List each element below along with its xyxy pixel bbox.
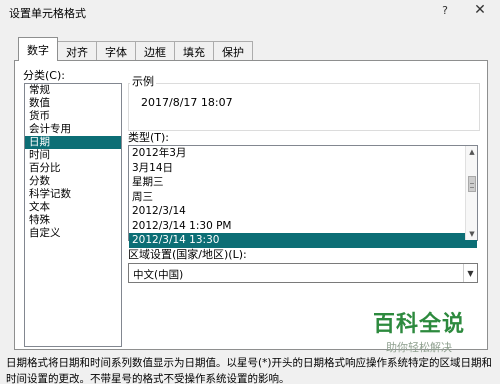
type-list-scrollbar[interactable]: ▲ ▼ bbox=[465, 146, 477, 240]
type-item[interactable]: 2012/3/14 bbox=[129, 204, 477, 219]
category-item[interactable]: 科学记数 bbox=[25, 188, 121, 201]
watermark-sub: 助你轻松解决 bbox=[386, 341, 452, 354]
category-item[interactable]: 会计专用 bbox=[25, 123, 121, 136]
category-item[interactable]: 百分比 bbox=[25, 162, 121, 175]
chevron-down-icon[interactable]: ▼ bbox=[463, 264, 477, 282]
region-label: 区域设置(国家/地区)(L): bbox=[128, 248, 247, 261]
title-bar: 设置单元格格式 ? ✕ bbox=[0, 0, 500, 26]
window-title: 设置单元格格式 bbox=[9, 7, 86, 20]
type-item[interactable]: 2012/3/14 1:30 PM bbox=[129, 219, 477, 234]
watermark-logo: 百科全说 助你轻松解决 bbox=[354, 306, 484, 355]
format-description: 日期格式将日期和时间系列数值显示为日期值。以星号(*)开头的日期格式响应操作系统… bbox=[6, 357, 492, 384]
region-select[interactable]: 中文(中国) ▼ bbox=[128, 263, 478, 283]
region-value: 中文(中国) bbox=[133, 269, 184, 281]
category-item[interactable]: 自定义 bbox=[25, 227, 121, 240]
scroll-up-icon[interactable]: ▲ bbox=[466, 146, 478, 158]
category-item[interactable]: 数值 bbox=[25, 97, 121, 110]
tab-number[interactable]: 数字 bbox=[18, 37, 58, 61]
sample-group: 2017/8/17 18:07 bbox=[128, 83, 480, 131]
tab-alignment[interactable]: 对齐 bbox=[57, 41, 97, 61]
type-item[interactable]: 2012年3月 bbox=[129, 146, 477, 161]
type-item[interactable]: 星期三 bbox=[129, 175, 477, 190]
type-item[interactable]: 周三 bbox=[129, 190, 477, 205]
tab-fill[interactable]: 填充 bbox=[174, 41, 214, 61]
type-label: 类型(T): bbox=[128, 131, 170, 144]
help-button[interactable]: ? bbox=[430, 0, 460, 20]
tab-protection[interactable]: 保护 bbox=[213, 41, 253, 61]
category-list[interactable]: 常规 数值 货币 会计专用 日期 时间 百分比 分数 科学记数 文本 特殊 自定… bbox=[24, 83, 122, 347]
tab-strip: 数字 对齐 字体 边框 填充 保护 bbox=[18, 37, 253, 61]
category-label: 分类(C): bbox=[23, 69, 65, 82]
type-list[interactable]: 2012年3月 3月14日 星期三 周三 2012/3/14 2012/3/14… bbox=[128, 145, 478, 248]
category-item[interactable]: 特殊 bbox=[25, 214, 121, 227]
close-button[interactable]: ✕ bbox=[465, 0, 495, 20]
category-item[interactable]: 常规 bbox=[25, 84, 121, 97]
sample-value: 2017/8/17 18:07 bbox=[141, 96, 233, 109]
tab-border[interactable]: 边框 bbox=[135, 41, 175, 61]
watermark-main: 百科全说 bbox=[372, 312, 465, 337]
category-item[interactable]: 货币 bbox=[25, 110, 121, 123]
type-item[interactable]: 3月14日 bbox=[129, 161, 477, 176]
scroll-down-icon[interactable]: ▼ bbox=[466, 228, 478, 240]
category-item[interactable]: 分数 bbox=[25, 175, 121, 188]
tab-font[interactable]: 字体 bbox=[96, 41, 136, 61]
sample-label: 示例 bbox=[130, 73, 156, 89]
category-item-selected[interactable]: 日期 bbox=[25, 136, 121, 149]
scroll-thumb[interactable] bbox=[468, 176, 476, 192]
category-item[interactable]: 时间 bbox=[25, 149, 121, 162]
category-item[interactable]: 文本 bbox=[25, 201, 121, 214]
